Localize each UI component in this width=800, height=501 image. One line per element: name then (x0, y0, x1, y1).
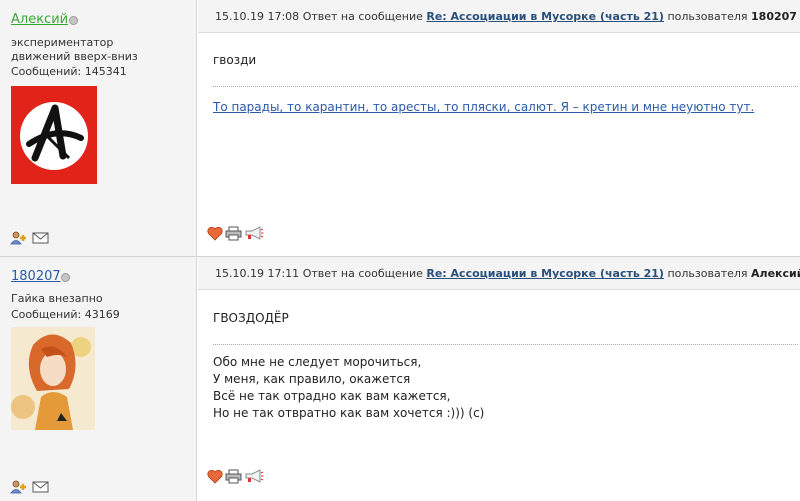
heart-icon[interactable] (207, 226, 223, 241)
post-2: 180207 Гайка внезапно Сообщений: 43169 1… (0, 257, 800, 501)
user-status: экспериментатор движений вверх-вниз (11, 36, 138, 63)
username-link[interactable]: 180207 (11, 269, 61, 284)
post-content: 15.10.19 17:11 Ответ на сообщение Re: Ас… (198, 257, 800, 501)
print-icon[interactable] (225, 469, 242, 484)
girl-portrait (11, 327, 95, 430)
anarchy-symbol (20, 102, 88, 170)
heart-icon[interactable] (207, 469, 223, 484)
user-actions (10, 231, 49, 245)
message-count: Сообщений: 145341 (11, 65, 127, 78)
user-panel: Алексий экспериментатор движений вверх-в… (0, 0, 197, 256)
signature-line: Но не так отвратно как вам хочется :))) … (213, 406, 485, 420)
print-icon[interactable] (225, 226, 242, 241)
reply-prefix: Ответ на сообщение (302, 10, 423, 23)
username-link[interactable]: Алексий (11, 12, 68, 27)
signature-link[interactable]: То парады, то карантин, то аресты, то пл… (213, 99, 790, 115)
reply-to-user: 180207 (751, 10, 797, 23)
avatar[interactable] (11, 327, 95, 430)
signature-separator (213, 86, 798, 87)
post-header: 15.10.19 17:11 Ответ на сообщение Re: Ас… (198, 257, 800, 290)
user-panel: 180207 Гайка внезапно Сообщений: 43169 (0, 257, 197, 501)
signature-separator (213, 344, 798, 345)
message-body: гвозди (213, 53, 257, 67)
signature-line: Обо мне не следует морочиться, (213, 355, 422, 369)
post-actions (207, 469, 264, 485)
signature-line: У меня, как правило, окажется (213, 372, 411, 386)
megaphone-icon[interactable] (244, 469, 264, 484)
add-user-icon[interactable] (10, 231, 28, 245)
reply-prefix: Ответ на сообщение (302, 267, 423, 280)
post-1: Алексий экспериментатор движений вверх-в… (0, 0, 800, 256)
message-body: ГВОЗДОДЁР (213, 311, 289, 325)
mail-icon[interactable] (32, 480, 49, 493)
offline-status-icon (69, 16, 78, 25)
add-user-icon[interactable] (10, 480, 28, 494)
post-header: 15.10.19 17:08 Ответ на сообщение Re: Ас… (198, 0, 800, 33)
user-status: Гайка внезапно (11, 292, 103, 305)
signature: Обо мне не следует морочиться, У меня, к… (213, 354, 484, 422)
post-datetime: 15.10.19 17:08 (215, 10, 300, 23)
post-content: 15.10.19 17:08 Ответ на сообщение Re: Ас… (198, 0, 800, 256)
signature-line: Всё не так отрадно как вам кажется, (213, 389, 451, 403)
message-count: Сообщений: 43169 (11, 308, 120, 321)
thread-link[interactable]: Re: Ассоциации в Мусорке (часть 21) (426, 267, 664, 280)
user-prefix: пользователя (667, 10, 748, 23)
megaphone-icon[interactable] (244, 226, 264, 241)
user-actions (10, 480, 49, 494)
user-prefix: пользователя (667, 267, 748, 280)
reply-to-user: Алексий (751, 267, 800, 280)
post-actions (207, 226, 264, 242)
thread-link[interactable]: Re: Ассоциации в Мусорке (часть 21) (426, 10, 664, 23)
offline-status-icon (61, 273, 70, 282)
mail-icon[interactable] (32, 231, 49, 244)
post-datetime: 15.10.19 17:11 (215, 267, 300, 280)
avatar[interactable] (11, 86, 97, 184)
